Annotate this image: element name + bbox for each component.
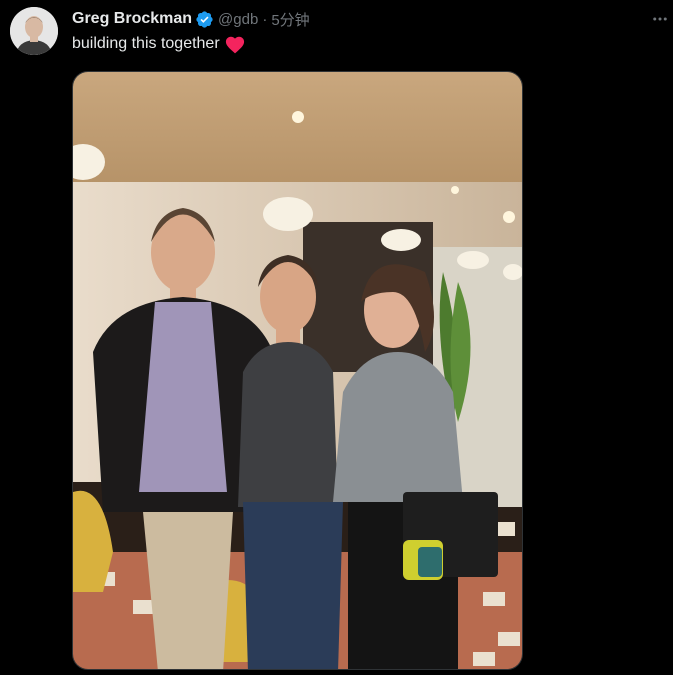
separator-dot: · (262, 10, 268, 28)
tweet-text-content: building this together (72, 35, 220, 52)
tweet-header: Greg Brockman @gdb · 5分钟 (72, 8, 310, 30)
author-display-name[interactable]: Greg Brockman (72, 10, 192, 28)
photo-illustration (73, 72, 522, 669)
red-heart-icon (224, 34, 246, 54)
tweet-timestamp[interactable]: 5分钟 (271, 9, 309, 30)
more-options-button[interactable] (649, 8, 671, 30)
profile-avatar-image (10, 7, 58, 55)
tweet-photo[interactable] (72, 71, 523, 670)
more-options-icon (653, 17, 667, 21)
tweet-text: building this together (72, 34, 246, 54)
tweet[interactable]: Greg Brockman @gdb · 5分钟 building this t… (0, 0, 673, 675)
author-handle[interactable]: @gdb (218, 11, 258, 28)
verified-badge-icon[interactable] (195, 10, 214, 29)
author-avatar[interactable] (10, 7, 58, 55)
